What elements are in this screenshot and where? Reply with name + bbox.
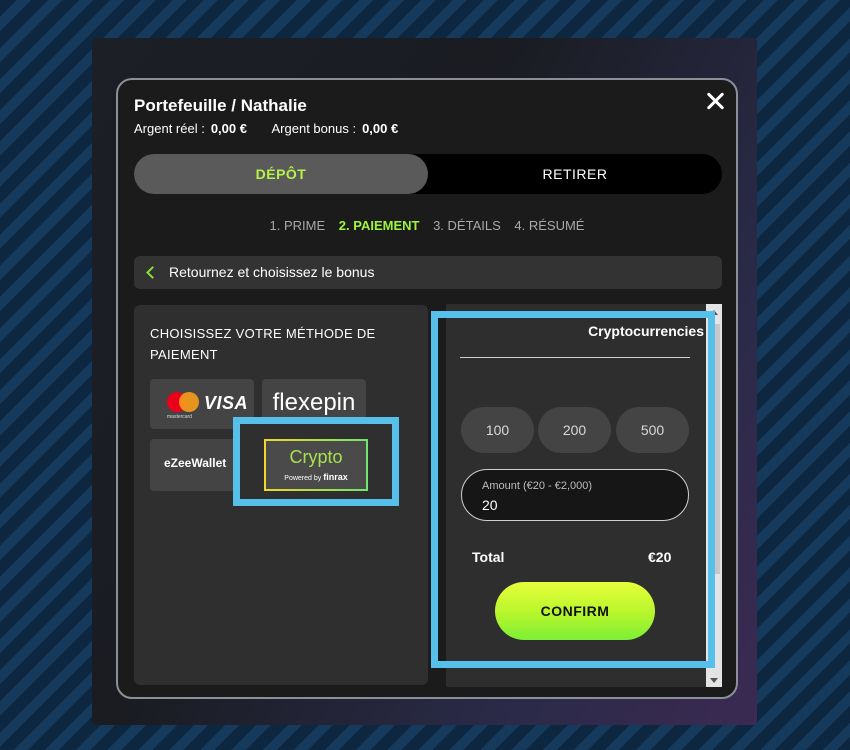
- ezeewallet-logo: eZeeWallet: [164, 456, 227, 470]
- modal-title: Portefeuille / Nathalie: [134, 96, 307, 115]
- tab-deposit[interactable]: DÉPÔT: [134, 154, 428, 194]
- back-label: Retournez et choisissez le bonus: [169, 264, 375, 280]
- flexepin-logo: flexepin: [272, 389, 356, 416]
- mastercard-text: mastercard: [167, 414, 193, 420]
- payment-ezeewallet[interactable]: eZeeWallet: [150, 439, 240, 491]
- mastercard-icon: [167, 392, 199, 412]
- deposit-withdraw-tabs: DÉPÔT RETIRER: [134, 154, 722, 194]
- bonus-money-value: 0,00 €: [362, 121, 399, 136]
- step-resume[interactable]: 4. RÉSUMÉ: [514, 218, 584, 233]
- real-money-value: 0,00 €: [210, 121, 247, 136]
- visa-logo: VISA: [204, 393, 249, 413]
- chevron-left-icon: [146, 266, 159, 279]
- finrax-logo: finrax: [323, 472, 348, 482]
- crypto-highlight-frame: Crypto Powered by finrax: [233, 417, 399, 506]
- step-details[interactable]: 3. DÉTAILS: [433, 218, 501, 233]
- balances: Argent réel : 0,00 € Argent bonus : 0,00 €: [134, 121, 398, 136]
- payment-method-title: CHOISISSEZ VOTRE MÉTHODE DE PAIEMENT: [150, 326, 376, 362]
- scroll-down-icon[interactable]: [710, 678, 718, 683]
- crypto-label: Crypto: [289, 447, 343, 467]
- tab-withdraw[interactable]: RETIRER: [428, 154, 722, 194]
- step-prime[interactable]: 1. PRIME: [270, 218, 326, 233]
- wallet-modal: Portefeuille / Nathalie Argent réel : 0,0…: [116, 78, 738, 699]
- step-paiement[interactable]: 2. PAIEMENT: [339, 218, 420, 233]
- step-indicator: 1. PRIME 2. PAIEMENT 3. DÉTAILS 4. RÉSUM…: [118, 218, 736, 233]
- bonus-money-label: Argent bonus :: [271, 121, 357, 136]
- crypto-panel-highlight-frame: [431, 311, 715, 668]
- crypto-powered-by: Powered by finrax: [284, 472, 348, 482]
- close-icon[interactable]: [704, 90, 726, 112]
- payment-crypto[interactable]: Crypto Powered by finrax: [264, 439, 368, 491]
- back-to-bonus-button[interactable]: Retournez et choisissez le bonus: [134, 256, 722, 289]
- real-money-label: Argent réel :: [134, 121, 205, 136]
